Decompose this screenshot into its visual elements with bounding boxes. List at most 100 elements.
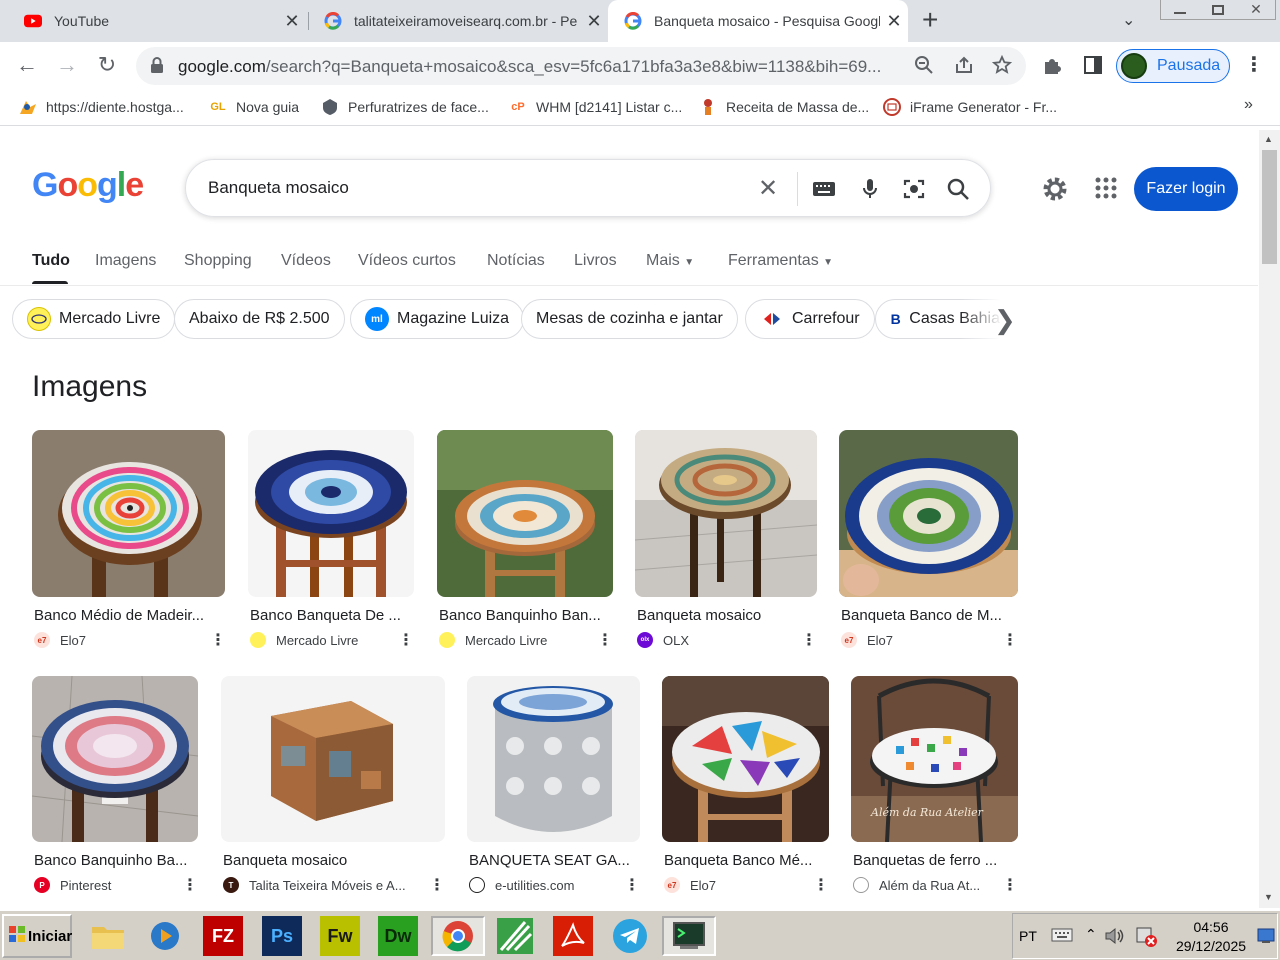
result-source[interactable]: Além da Rua At... bbox=[853, 877, 980, 893]
chip-magazine-luiza[interactable]: ml Magazine Luiza bbox=[350, 299, 525, 339]
result-source[interactable]: e7 Elo7 bbox=[34, 632, 86, 648]
result-title[interactable]: Banqueta Banco Mé... bbox=[664, 852, 812, 869]
extensions-puzzle-icon[interactable] bbox=[1042, 54, 1064, 81]
result-source[interactable]: T Talita Teixeira Móveis e A... bbox=[223, 877, 406, 893]
search-icon[interactable] bbox=[946, 177, 970, 201]
scroll-up-arrow-icon[interactable]: ▲ bbox=[1264, 134, 1273, 144]
tab-search-chevron-icon[interactable]: ⌄ bbox=[1122, 10, 1135, 30]
more-options-icon[interactable]: ⋮ bbox=[398, 630, 414, 650]
tab-ferramentas[interactable]: Ferramentas ▼ bbox=[728, 252, 833, 270]
clock[interactable]: 04:56 29/12/2025 bbox=[1171, 918, 1251, 956]
chevron-right-icon[interactable]: ❯ bbox=[994, 305, 1016, 336]
result-thumbnail[interactable] bbox=[437, 430, 613, 597]
fireworks-icon[interactable]: Fw bbox=[320, 916, 360, 956]
tab-mais[interactable]: Mais ▼ bbox=[646, 252, 694, 270]
forward-arrow-icon[interactable]: → bbox=[52, 50, 82, 80]
result-title[interactable]: Banqueta mosaico bbox=[223, 852, 347, 869]
more-options-icon[interactable]: ⋮ bbox=[182, 875, 198, 895]
lock-icon[interactable] bbox=[150, 57, 164, 78]
bookmark-item[interactable]: iFrame Generator - Fr... bbox=[882, 96, 1057, 118]
dreamweaver-icon[interactable]: Dw bbox=[378, 916, 418, 956]
apps-grid-icon[interactable] bbox=[1095, 177, 1117, 204]
result-source[interactable]: e7 Elo7 bbox=[664, 877, 716, 893]
result-source[interactable]: e7 Elo7 bbox=[841, 632, 893, 648]
app-green-icon[interactable] bbox=[495, 916, 535, 956]
result-thumbnail[interactable] bbox=[32, 676, 198, 842]
telegram-icon[interactable] bbox=[610, 916, 650, 956]
chip-mesas-cozinha[interactable]: Mesas de cozinha e jantar bbox=[521, 299, 738, 339]
share-icon[interactable] bbox=[954, 55, 976, 77]
bookmark-item[interactable]: https://diente.hostga... bbox=[18, 96, 184, 118]
login-button[interactable]: Fazer login bbox=[1134, 167, 1238, 211]
more-options-icon[interactable]: ⋮ bbox=[624, 875, 640, 895]
acrobat-icon[interactable] bbox=[553, 916, 593, 956]
clear-icon[interactable]: ✕ bbox=[758, 177, 782, 201]
media-player-icon[interactable] bbox=[145, 916, 185, 956]
terminal-icon[interactable] bbox=[662, 916, 716, 956]
more-options-icon[interactable]: ⋮ bbox=[1002, 875, 1018, 895]
bookmark-item[interactable]: Perfuratrizes de face... bbox=[320, 96, 489, 118]
result-source[interactable]: Mercado Livre bbox=[250, 632, 358, 648]
result-title[interactable]: Banqueta mosaico bbox=[637, 607, 761, 624]
chip-mercado-livre[interactable]: Mercado Livre bbox=[12, 299, 176, 339]
bookmark-item[interactable]: Receita de Massa de... bbox=[698, 96, 869, 118]
settings-gear-icon[interactable] bbox=[1042, 176, 1068, 207]
tab-noticias[interactable]: Notícias bbox=[487, 252, 545, 270]
chip-carrefour[interactable]: Carrefour bbox=[745, 299, 875, 339]
tab-imagens[interactable]: Imagens bbox=[95, 252, 156, 270]
result-thumbnail[interactable] bbox=[467, 676, 640, 842]
tab-banqueta-mosaico[interactable]: Banqueta mosaico - Pesquisa Google ✕ bbox=[608, 0, 908, 42]
network-error-icon[interactable] bbox=[1135, 926, 1159, 953]
photoshop-icon[interactable]: Ps bbox=[262, 916, 302, 956]
filezilla-icon[interactable]: FZ bbox=[203, 916, 243, 956]
search-box[interactable]: Banqueta mosaico ✕ bbox=[185, 159, 991, 217]
close-window-icon[interactable]: ✕ bbox=[1237, 0, 1275, 19]
back-arrow-icon[interactable]: ← bbox=[12, 50, 42, 80]
result-thumbnail[interactable] bbox=[662, 676, 829, 842]
result-title[interactable]: Banquetas de ferro ... bbox=[853, 852, 997, 869]
tab-youtube[interactable]: YouTube ✕ bbox=[0, 0, 306, 42]
keyboard-icon[interactable] bbox=[812, 177, 836, 201]
microphone-icon[interactable] bbox=[858, 177, 882, 201]
show-desktop-icon[interactable] bbox=[1257, 928, 1275, 949]
scroll-down-arrow-icon[interactable]: ▼ bbox=[1264, 892, 1273, 902]
reload-icon[interactable]: ↻ bbox=[92, 50, 122, 80]
result-thumbnail[interactable] bbox=[635, 430, 817, 597]
chip-price-filter[interactable]: Abaixo de R$ 2.500 bbox=[174, 299, 345, 339]
result-title[interactable]: Banco Banqueta De ... bbox=[250, 607, 401, 624]
minimize-icon[interactable] bbox=[1161, 0, 1199, 19]
address-bar[interactable]: google.com/search?q=Banqueta+mosaico&sca… bbox=[136, 47, 1026, 85]
search-input[interactable]: Banqueta mosaico bbox=[208, 178, 349, 198]
scrollbar-thumb[interactable] bbox=[1262, 150, 1277, 264]
tab-tudo[interactable]: Tudo bbox=[32, 252, 70, 270]
result-source[interactable]: olx OLX bbox=[637, 632, 689, 648]
language-indicator[interactable]: PT bbox=[1019, 928, 1037, 944]
new-tab-button[interactable]: + bbox=[922, 4, 938, 36]
more-options-icon[interactable]: ⋮ bbox=[597, 630, 613, 650]
result-source[interactable]: Mercado Livre bbox=[439, 632, 547, 648]
result-thumbnail[interactable] bbox=[32, 430, 225, 597]
tab-livros[interactable]: Livros bbox=[574, 252, 617, 270]
tab-shopping[interactable]: Shopping bbox=[184, 252, 252, 270]
bookmark-item[interactable]: GL Nova guia bbox=[208, 96, 299, 118]
result-title[interactable]: BANQUETA SEAT GA... bbox=[469, 852, 630, 869]
result-title[interactable]: Banco Banquinho Ba... bbox=[34, 852, 187, 869]
zoom-icon[interactable] bbox=[914, 55, 936, 77]
more-options-icon[interactable]: ⋮ bbox=[813, 875, 829, 895]
result-thumbnail[interactable]: Além da Rua Atelier bbox=[851, 676, 1018, 842]
profile-button[interactable]: Pausada bbox=[1116, 49, 1230, 83]
tab-close-icon[interactable]: ✕ bbox=[580, 11, 608, 32]
folder-icon[interactable] bbox=[88, 916, 128, 956]
more-options-icon[interactable]: ⋮ bbox=[429, 875, 445, 895]
more-options-icon[interactable]: ⋮ bbox=[210, 630, 226, 650]
result-title[interactable]: Banco Banquinho Ban... bbox=[439, 607, 601, 624]
more-options-icon[interactable]: ⋮ bbox=[1002, 630, 1018, 650]
bookmark-item[interactable]: cP WHM [d2141] Listar c... bbox=[508, 96, 682, 118]
bookmark-star-icon[interactable] bbox=[991, 54, 1014, 77]
result-source[interactable]: e-utilities.com bbox=[469, 877, 574, 893]
result-thumbnail[interactable] bbox=[248, 430, 414, 597]
result-thumbnail[interactable] bbox=[221, 676, 445, 842]
tab-talita[interactable]: talitateixeiramoveisearq.com.br - Pe ✕ bbox=[310, 0, 608, 42]
speaker-icon[interactable] bbox=[1103, 926, 1127, 951]
page-scrollbar[interactable]: ▲ ▼ bbox=[1259, 130, 1280, 908]
